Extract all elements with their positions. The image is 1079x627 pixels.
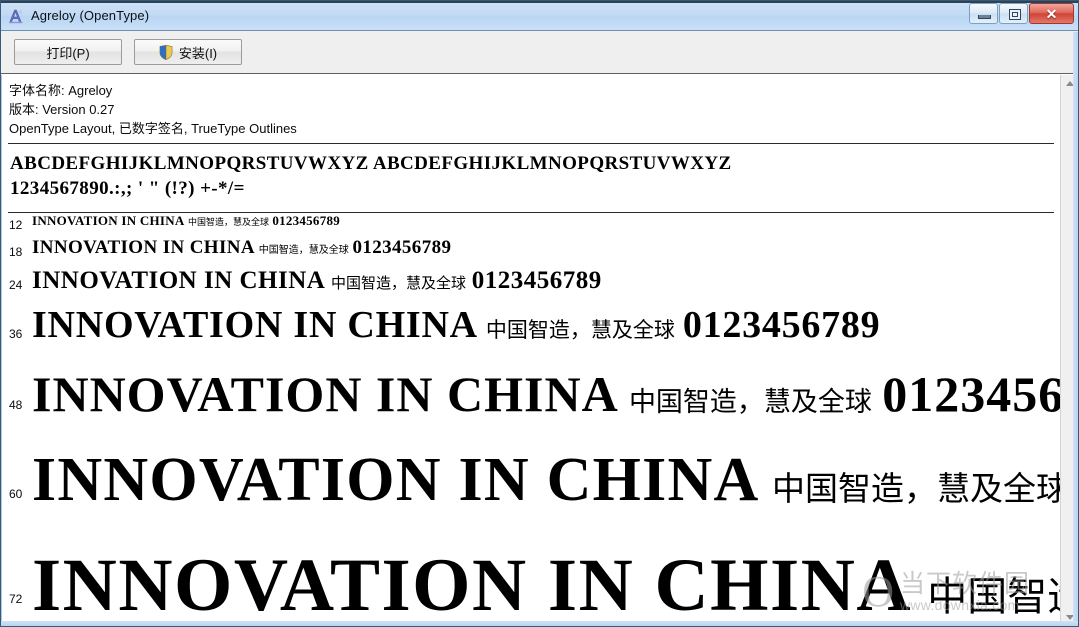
- sample-row: 60 INNOVATION IN CHINA 中国智造，慧及全球 0123456…: [2, 445, 1060, 543]
- sample-digits: 0123456789: [682, 304, 881, 346]
- sample-row: 24 INNOVATION IN CHINA 中国智造，慧及全球 0123456…: [2, 267, 1060, 303]
- sample-size-label: 12: [9, 218, 23, 232]
- sample-text: INNOVATION IN CHINA 中国智造，慧及全球 0123456789: [32, 213, 340, 229]
- font-file-icon: [7, 7, 25, 25]
- font-version-line: 版本: Version 0.27: [9, 102, 115, 117]
- maximize-icon: [1009, 9, 1021, 20]
- font-viewer-window: Agreloy (OpenType) ✕ 打印(P) 安装(I) 字体名称: A…: [0, 0, 1079, 627]
- sample-cjk: 中国智造，慧及全球: [628, 387, 872, 418]
- sample-cjk: 中国智造，慧及全球: [331, 274, 467, 292]
- sample-latin: INNOVATION IN CHINA: [32, 237, 255, 258]
- minimize-button[interactable]: [969, 3, 998, 24]
- sample-latin: INNOVATION IN CHINA: [32, 446, 760, 514]
- minimize-icon: [978, 15, 991, 19]
- sample-cjk: 中国智造，慧及全球: [772, 469, 1060, 508]
- sample-size-label: 72: [9, 592, 23, 606]
- scrollbar-track[interactable]: [1061, 92, 1078, 609]
- sample-latin: INNOVATION IN CHINA: [32, 366, 619, 422]
- print-button[interactable]: 打印(P): [14, 39, 122, 65]
- sample-text: INNOVATION IN CHINA 中国智造，慧及全球 0123456789: [32, 303, 880, 347]
- sample-cjk: 中国智造，慧及全球: [927, 574, 1060, 620]
- sample-size-label: 24: [9, 278, 23, 292]
- sample-latin: INNOVATION IN CHINA: [32, 267, 326, 294]
- sample-cjk: 中国智造，慧及全球: [485, 318, 675, 342]
- alphabet-uppercase-line: ABCDEFGHIJKLMNOPQRSTUVWXYZ ABCDEFGHIJKLM…: [10, 153, 732, 174]
- sample-size-label: 36: [9, 327, 23, 341]
- sample-size-label: 18: [9, 245, 23, 259]
- maximize-button[interactable]: [999, 3, 1028, 24]
- sample-row: 18 INNOVATION IN CHINA 中国智造，慧及全球 0123456…: [2, 237, 1060, 267]
- close-button[interactable]: ✕: [1029, 3, 1074, 24]
- font-name-line: 字体名称: Agreloy: [9, 83, 113, 98]
- close-icon: ✕: [1045, 6, 1058, 22]
- window-controls: ✕: [969, 3, 1074, 24]
- sample-cjk: 中国智造，慧及全球: [187, 218, 269, 228]
- alphabet-block: ABCDEFGHIJKLMNOPQRSTUVWXYZ ABCDEFGHIJKLM…: [2, 144, 1060, 207]
- window-title: Agreloy (OpenType): [31, 8, 150, 23]
- size-samples-list: 12 INNOVATION IN CHINA 中国智造，慧及全球 0123456…: [2, 213, 1060, 626]
- uac-shield-icon: [159, 44, 173, 60]
- scroll-up-arrow-icon[interactable]: [1061, 75, 1078, 92]
- font-preview-pane[interactable]: 字体名称: Agreloy 版本: Version 0.27 OpenType …: [1, 75, 1060, 626]
- sample-row: 48 INNOVATION IN CHINA 中国智造，慧及全球 0123456…: [2, 365, 1060, 445]
- sample-cjk: 中国智造，慧及全球: [258, 245, 349, 256]
- sample-latin: INNOVATION IN CHINA: [32, 544, 913, 626]
- sample-digits: 0123456789: [882, 366, 1060, 422]
- print-button-label: 打印(P): [46, 45, 90, 61]
- sample-row: 12 INNOVATION IN CHINA 中国智造，慧及全球 0123456…: [2, 213, 1060, 237]
- sample-row: 72 INNOVATION IN CHINA 中国智造，慧及全球 0123456…: [2, 543, 1060, 626]
- sample-size-label: 60: [9, 487, 23, 501]
- sample-latin: INNOVATION IN CHINA: [32, 304, 478, 346]
- sample-size-label: 48: [9, 398, 23, 412]
- title-bar: Agreloy (OpenType) ✕: [1, 1, 1078, 31]
- scroll-down-arrow-icon[interactable]: [1061, 609, 1078, 626]
- sample-row: 36 INNOVATION IN CHINA 中国智造，慧及全球 0123456…: [2, 303, 1060, 365]
- sample-digits: 0123456789: [471, 267, 602, 294]
- sample-digits: 0123456789: [272, 213, 340, 228]
- sample-text: INNOVATION IN CHINA 中国智造，慧及全球 0123456789: [32, 237, 451, 259]
- install-button-label: 安装(I): [178, 45, 218, 61]
- sample-digits: 0123456789: [352, 237, 452, 258]
- sample-text: INNOVATION IN CHINA 中国智造，慧及全球 0123456789: [32, 365, 1060, 423]
- install-button[interactable]: 安装(I): [134, 39, 242, 65]
- toolbar: 打印(P) 安装(I): [1, 31, 1078, 74]
- sample-latin: INNOVATION IN CHINA: [32, 213, 185, 228]
- sample-text: INNOVATION IN CHINA 中国智造，慧及全球 0123456789: [32, 543, 1060, 626]
- font-features-line: OpenType Layout, 已数字签名, TrueType Outline…: [9, 121, 297, 136]
- content-area: 字体名称: Agreloy 版本: Version 0.27 OpenType …: [1, 74, 1078, 626]
- font-info-block: 字体名称: Agreloy 版本: Version 0.27 OpenType …: [2, 75, 1060, 138]
- vertical-scrollbar[interactable]: [1060, 75, 1078, 626]
- sample-text: INNOVATION IN CHINA 中国智造，慧及全球 0123456789: [32, 267, 602, 295]
- alphabet-digits-line: 1234567890.:,; ' " (!?) +-*/=: [10, 178, 245, 199]
- sample-text: INNOVATION IN CHINA 中国智造，慧及全球 0123456789: [32, 445, 1060, 516]
